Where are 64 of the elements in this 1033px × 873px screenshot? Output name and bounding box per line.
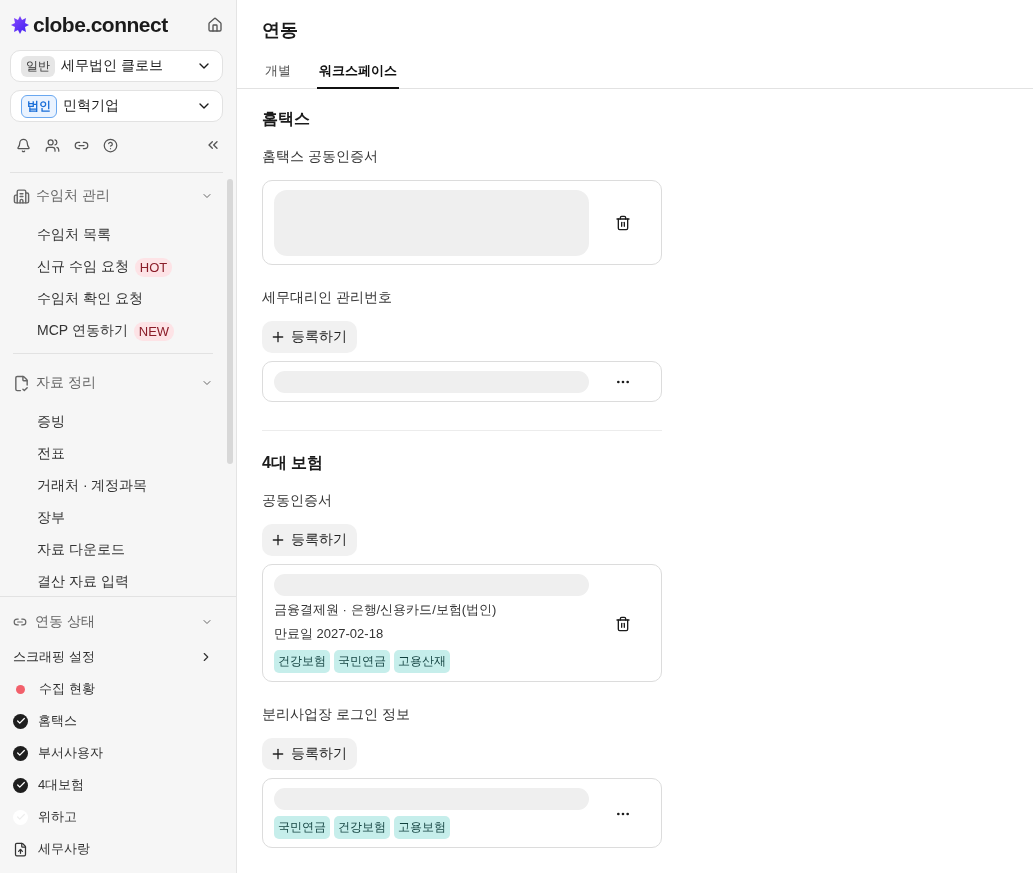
link-icon [13, 615, 27, 629]
group-header[interactable]: 자료 정리 [13, 360, 223, 406]
type-badge: 일반 [21, 55, 55, 77]
tab[interactable]: 워크스페이스 [317, 62, 399, 89]
nav-item[interactable]: 자료 다운로드 [13, 534, 223, 566]
type-badge: 법인 [21, 94, 57, 118]
insurance-tag: 고용산재 [394, 650, 450, 673]
nav-item[interactable]: 장부 [13, 502, 223, 534]
nav-tag: NEW [133, 321, 175, 341]
workspace-selector[interactable]: 법인 민혁기업 [10, 90, 223, 122]
logo-icon [10, 15, 30, 35]
building-icon [13, 187, 30, 205]
insurance-tag: 고용보험 [394, 816, 450, 839]
selector-label: 세무법인 클로브 [61, 57, 164, 75]
status-item[interactable]: 수집 현황 [39, 680, 95, 698]
selector-label: 민혁기업 [63, 97, 120, 115]
users-icon[interactable] [45, 137, 60, 153]
help-icon[interactable] [103, 137, 118, 153]
document-check-icon [13, 374, 30, 392]
nav-item[interactable]: MCP 연동하기 NEW [13, 315, 223, 347]
nav-item[interactable]: 수임처 확인 요청 [13, 283, 223, 315]
bell-icon[interactable] [16, 137, 31, 153]
section-title: 홈택스 [262, 109, 311, 129]
card-text: 만료일 2027-02-18 [274, 625, 385, 643]
insurance-tag: 건강보험 [334, 816, 390, 839]
nav-tag: HOT [134, 257, 173, 277]
field-label: 홈택스 공동인증서 [262, 148, 379, 166]
nav-item[interactable]: 신규 수임 요청 HOT [13, 251, 223, 283]
field-label: 세무대리인 관리번호 [262, 289, 393, 307]
delete-icon[interactable] [615, 215, 631, 231]
register-button[interactable]: 등록하기 [262, 524, 357, 556]
group-header[interactable]: 수임처 관리 [13, 173, 223, 219]
delete-icon[interactable] [615, 615, 631, 632]
workspace-selector[interactable]: 일반 세무법인 클로브 [10, 50, 223, 82]
plus-icon [270, 532, 286, 548]
status-item[interactable]: 세무사랑 [38, 840, 90, 858]
insurance-tag: 국민연금 [274, 816, 330, 839]
plus-icon [270, 746, 286, 762]
status-item[interactable]: 위하고 [38, 808, 77, 826]
brand-name: clobe.connect [33, 13, 168, 37]
register-button[interactable]: 등록하기 [262, 321, 357, 353]
section-title: 4대 보험 [262, 453, 325, 473]
nav-item[interactable]: 전표 [13, 438, 223, 470]
nav-item[interactable]: 거래처 · 계정과목 [13, 470, 223, 502]
status-item[interactable]: 홈택스 [38, 712, 77, 730]
tab[interactable]: 개별 [263, 62, 293, 89]
home-icon[interactable] [207, 17, 223, 33]
status-item[interactable]: 부서사용자 [38, 744, 103, 762]
scraping-settings[interactable]: 스크래핑 설정 [13, 641, 223, 673]
scrollbar[interactable] [227, 179, 233, 464]
page-title: 연동 [262, 19, 299, 42]
field-label: 공동인증서 [262, 492, 333, 510]
status-header[interactable]: 연동 상태 [13, 603, 223, 641]
field-label: 분리사업장 로그인 정보 [262, 706, 411, 724]
insurance-tag: 건강보험 [274, 650, 330, 673]
status-item[interactable]: 4대보험 [38, 776, 85, 794]
nav-item[interactable]: 수임처 목록 [13, 219, 223, 251]
register-button[interactable]: 등록하기 [262, 738, 357, 770]
nav-item[interactable]: 결산 자료 입력 [13, 566, 223, 596]
plus-icon [270, 329, 286, 345]
card-text: 금융결제원 · 은행/신용카드/보험(법인) [274, 601, 498, 619]
file-upload-icon [13, 841, 28, 857]
insurance-tag: 국민연금 [334, 650, 390, 673]
nav-item[interactable]: 증빙 [13, 406, 223, 438]
